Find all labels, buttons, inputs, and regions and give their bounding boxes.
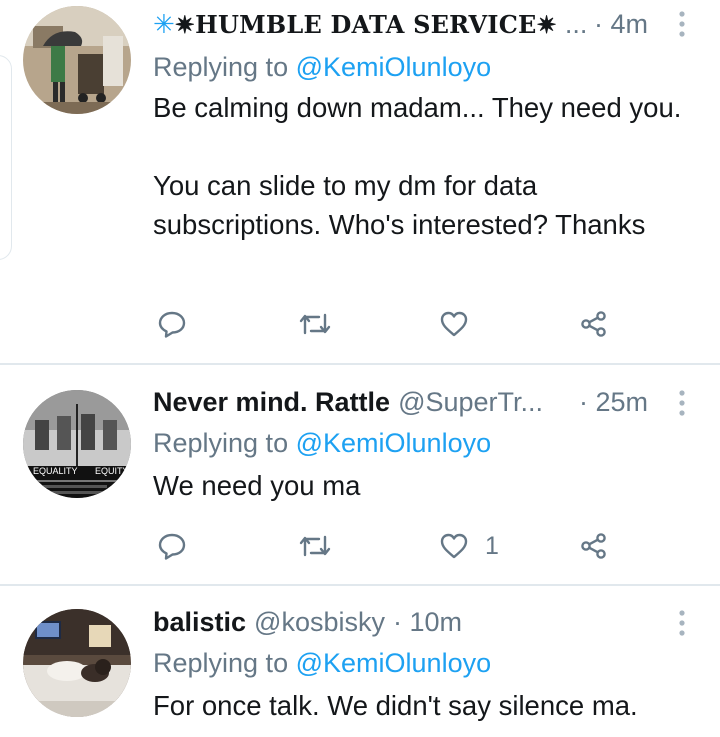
handle[interactable]: @kosbisky (254, 607, 385, 638)
tweet-text: We need you ma (153, 466, 690, 505)
display-name[interactable]: Never mind. Rattle (153, 387, 390, 418)
timestamp[interactable]: · 4m (594, 9, 648, 40)
tweet-text: Be calming down madam... They need you. … (153, 88, 690, 244)
replying-to: Replying to @KemiOlunloyo (153, 644, 690, 682)
retweet-button[interactable] (299, 306, 331, 342)
tweet[interactable]: EQUALITY EQUITY Never mind. Rattle @Supe… (0, 365, 720, 584)
like-button[interactable]: 1 (439, 528, 499, 564)
tweet-header: balistic @kosbisky · 10m (153, 600, 648, 644)
tweet-paragraph: For once talk. We didn't say silence ma. (153, 690, 638, 721)
more-icon[interactable] (674, 389, 690, 417)
like-button[interactable] (439, 306, 469, 342)
tweet[interactable]: ✳ ✷HUMBLE DATA SERVICE✷ ... · 4m Replyin… (0, 0, 720, 364)
replying-to: Replying to @KemiOlunloyo (153, 48, 690, 86)
more-icon[interactable] (674, 609, 690, 637)
timestamp[interactable]: · 25m (579, 387, 648, 418)
replying-prefix: Replying to (153, 52, 289, 82)
display-name[interactable]: ✷HUMBLE DATA SERVICE✷ (175, 10, 557, 39)
mention-link[interactable]: @KemiOlunloyo (296, 648, 492, 678)
sparkle-icon: ✳ (153, 8, 175, 39)
share-button[interactable] (579, 528, 609, 564)
retweet-button[interactable] (299, 528, 331, 564)
reply-button[interactable] (157, 306, 187, 342)
tweet[interactable]: balistic @kosbisky · 10m Replying to @Ke… (0, 585, 720, 737)
mention-link[interactable]: @KemiOlunloyo (296, 428, 492, 458)
tweet-paragraph: You can slide to my dm for data subscrip… (153, 170, 646, 240)
replying-prefix: Replying to (153, 428, 289, 458)
like-icon (440, 311, 468, 337)
retweet-icon (299, 535, 331, 557)
tweet-paragraph: We need you ma (153, 470, 361, 501)
avatar-image (23, 6, 131, 114)
avatar-caption-equity: EQUITY (95, 466, 129, 476)
action-bar: 1 (153, 528, 613, 564)
display-name[interactable]: balistic (153, 607, 246, 638)
tweet-header: ✳ ✷HUMBLE DATA SERVICE✷ ... · 4m (153, 2, 648, 46)
more-icon[interactable] (674, 10, 690, 38)
retweet-icon (299, 313, 331, 335)
avatar[interactable] (23, 609, 131, 717)
tweet-header: Never mind. Rattle @SuperTr... · 25m (153, 380, 648, 424)
avatar-image: EQUALITY EQUITY (23, 390, 131, 498)
like-count: 1 (485, 531, 499, 560)
avatar[interactable] (23, 6, 131, 114)
replying-prefix: Replying to (153, 648, 289, 678)
reply-icon (158, 533, 186, 560)
share-button[interactable] (579, 306, 609, 342)
avatar-image (23, 609, 131, 717)
mention-link[interactable]: @KemiOlunloyo (296, 52, 492, 82)
avatar[interactable]: EQUALITY EQUITY (23, 390, 131, 498)
share-icon (581, 311, 606, 337)
handle[interactable]: @SuperTr... (398, 387, 543, 418)
replying-to: Replying to @KemiOlunloyo (153, 424, 690, 462)
share-icon (581, 533, 606, 559)
like-icon (440, 533, 468, 559)
handle[interactable]: ... (565, 9, 588, 40)
tweet-text: For once talk. We didn't say silence ma. (153, 686, 690, 725)
avatar-caption-equality: EQUALITY (33, 466, 78, 476)
reply-icon (158, 311, 186, 338)
reply-button[interactable] (157, 528, 187, 564)
tweet-paragraph: Be calming down madam... They need you. (153, 92, 682, 123)
action-bar (153, 306, 613, 342)
timestamp[interactable]: · 10m (393, 607, 462, 638)
